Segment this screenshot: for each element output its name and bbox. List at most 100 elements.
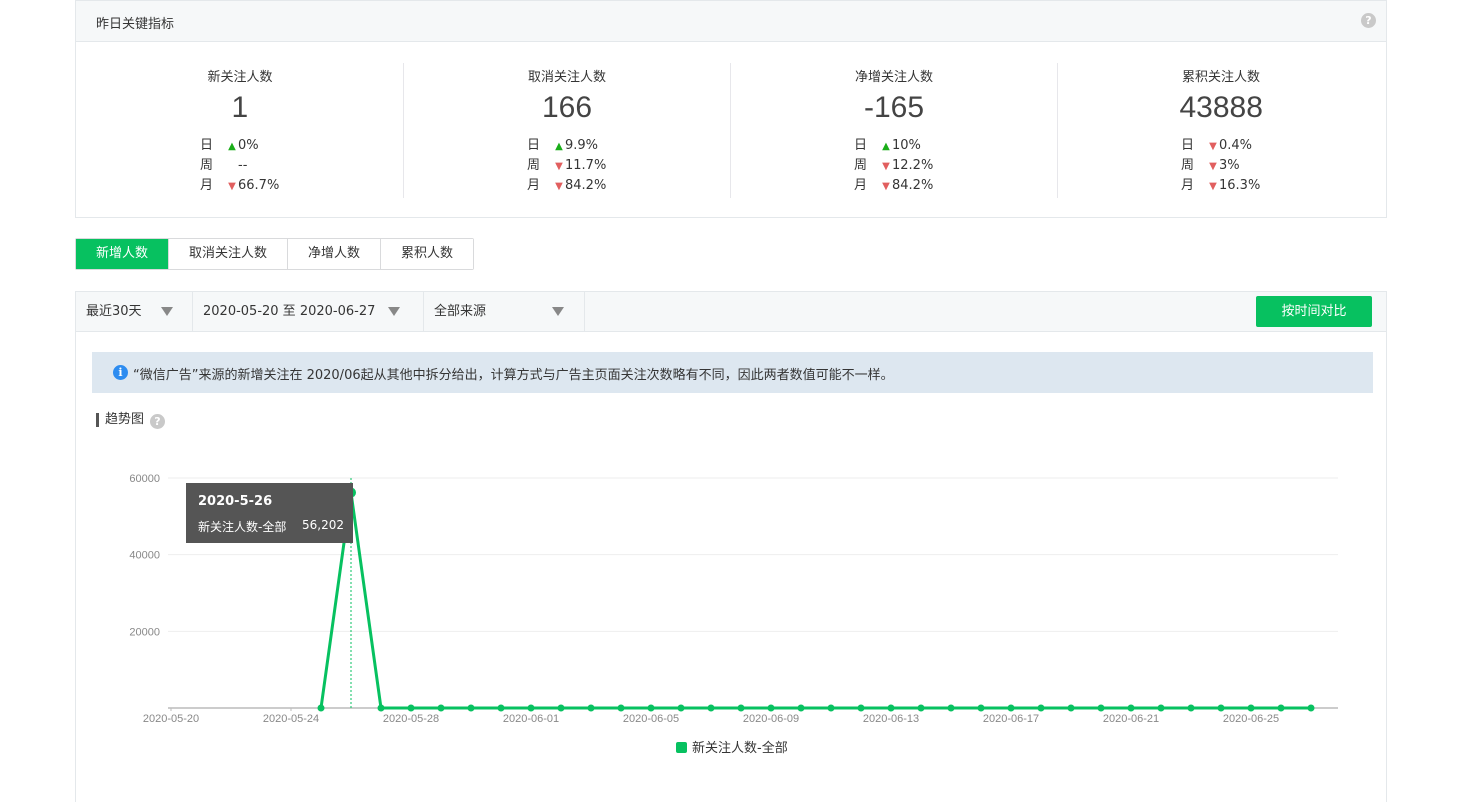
data-point	[497, 704, 505, 712]
tooltip-series: 新关注人数-全部	[198, 520, 287, 534]
arrow-down-icon: ▼	[555, 181, 563, 192]
help-icon[interactable]: ?	[1361, 13, 1376, 28]
metric-change-row: 周 ▼ 11.7%	[527, 156, 606, 176]
data-point	[1157, 704, 1165, 712]
metric-change-row: 月 ▼ 66.7%	[200, 176, 279, 196]
change-percent: --	[238, 158, 248, 173]
change-period: 周	[854, 158, 868, 173]
arrow-down-icon: ▼	[1209, 181, 1217, 192]
source-select[interactable]: 全部来源	[424, 292, 585, 331]
arrow-down-icon: ▼	[882, 161, 890, 172]
data-point	[737, 704, 745, 712]
metric-changes: 日 ▲ 0% 周 -- 月 ▼ 66.7%	[200, 136, 279, 196]
y-tick-label: 60000	[129, 473, 160, 485]
x-tick-label: 2020-06-17	[983, 713, 1039, 725]
date-range-label: 2020-05-20 至 2020-06-27	[203, 304, 376, 319]
y-tick-label: 20000	[129, 626, 160, 638]
data-point	[977, 704, 985, 712]
metric-change-row: 周 ▼ 12.2%	[854, 156, 933, 176]
metric-change-row: 日 ▲ 0%	[200, 136, 279, 156]
chart-legend[interactable]: 新关注人数-全部	[676, 737, 788, 756]
arrow-up-icon: ▲	[228, 141, 236, 152]
change-period: 月	[527, 178, 541, 193]
data-point	[1127, 704, 1135, 712]
change-period: 月	[1181, 178, 1195, 193]
x-tick-label: 2020-05-28	[383, 713, 439, 725]
change-period: 日	[854, 138, 868, 153]
data-point	[887, 704, 895, 712]
date-range-select[interactable]: 2020-05-20 至 2020-06-27	[193, 292, 424, 331]
metric-value: 43888	[1179, 91, 1263, 124]
metric-card: 取消关注人数 166 日 ▲ 9.9% 周 ▼ 11.7% 月 ▼ 84.2%	[403, 41, 730, 217]
data-point	[947, 704, 955, 712]
x-tick-label: 2020-06-09	[743, 713, 799, 725]
change-percent: 84.2%	[565, 178, 607, 193]
metric-tabs: 新增人数 取消关注人数 净增人数 累积人数	[75, 238, 475, 270]
data-point	[1067, 704, 1075, 712]
arrow-down-icon: ▼	[1209, 141, 1217, 152]
legend-swatch	[676, 742, 687, 753]
change-percent: 3%	[1219, 158, 1240, 173]
data-point	[587, 704, 595, 712]
metric-change-row: 月 ▼ 16.3%	[1181, 176, 1260, 196]
data-point	[827, 704, 835, 712]
data-point	[317, 704, 325, 712]
data-point	[527, 704, 535, 712]
series-line	[319, 491, 1312, 710]
metric-card: 累积关注人数 43888 日 ▼ 0.4% 周 ▼ 3% 月 ▼ 16.3%	[1057, 41, 1384, 217]
tab-1[interactable]: 新增人数	[76, 239, 170, 269]
data-point	[1187, 704, 1195, 712]
data-point	[647, 704, 655, 712]
chevron-down-icon	[552, 307, 564, 316]
arrow-up-icon: ▲	[555, 141, 563, 152]
metric-card: 新关注人数 1 日 ▲ 0% 周 -- 月 ▼ 66.7%	[76, 41, 403, 217]
period-select[interactable]: 最近30天	[76, 292, 193, 331]
change-period: 周	[200, 158, 214, 173]
data-point	[1307, 704, 1315, 712]
compare-by-time-button[interactable]: 按时间对比	[1256, 296, 1372, 327]
change-percent: 16.3%	[1219, 178, 1261, 193]
data-point	[797, 704, 805, 712]
key-metrics-panel: 昨日关键指标 ? 新关注人数 1 日 ▲ 0% 周 -- 月 ▼ 66.7% 取消关注人数 166 日 ▲…	[75, 0, 1387, 218]
change-period: 日	[1181, 138, 1195, 153]
change-period: 日	[200, 138, 214, 153]
metric-value: 166	[542, 91, 593, 124]
metric-changes: 日 ▼ 0.4% 周 ▼ 3% 月 ▼ 16.3%	[1181, 136, 1260, 196]
tab-3[interactable]: 净增人数	[288, 239, 382, 269]
panel-title: 昨日关键指标	[96, 17, 175, 32]
change-percent: 10%	[892, 138, 921, 153]
arrow-up-icon: ▲	[882, 141, 890, 152]
metric-label: 新关注人数	[207, 70, 273, 85]
arrow-down-icon: ▼	[228, 181, 236, 192]
tab-2[interactable]: 取消关注人数	[169, 239, 289, 269]
metric-change-row: 月 ▼ 84.2%	[854, 176, 933, 196]
tab-4[interactable]: 累积人数	[381, 239, 474, 269]
data-point	[857, 704, 865, 712]
data-point	[1037, 704, 1045, 712]
metric-label: 净增关注人数	[855, 70, 934, 85]
x-tick-label: 2020-05-20	[143, 713, 199, 725]
source-select-label: 全部来源	[434, 304, 487, 319]
metric-label: 取消关注人数	[528, 70, 607, 85]
metric-change-row: 周 --	[200, 156, 279, 176]
data-point	[1247, 704, 1255, 712]
chevron-down-icon	[388, 307, 400, 316]
metric-change-row: 日 ▼ 0.4%	[1181, 136, 1260, 156]
metric-change-row: 月 ▼ 84.2%	[527, 176, 606, 196]
filter-bar: 最近30天 2020-05-20 至 2020-06-27 全部来源 按时间对比	[75, 291, 1387, 332]
panel-header: 昨日关键指标 ?	[76, 1, 1386, 42]
data-point	[1097, 704, 1105, 712]
change-percent: 12.2%	[892, 158, 934, 173]
metric-change-row: 日 ▲ 10%	[854, 136, 933, 156]
data-point	[917, 704, 925, 712]
tooltip-value: 56,202	[302, 518, 344, 532]
metric-value: -165	[864, 91, 925, 124]
metric-divider	[1057, 63, 1058, 198]
metrics-row: 新关注人数 1 日 ▲ 0% 周 -- 月 ▼ 66.7% 取消关注人数 166 日 ▲ 9.9% 周 ▼ 11.…	[76, 41, 1386, 217]
data-point	[767, 704, 775, 712]
data-point	[1277, 704, 1285, 712]
metric-change-row: 周 ▼ 3%	[1181, 156, 1260, 176]
arrow-down-icon: ▼	[882, 181, 890, 192]
metric-card: 净增关注人数 -165 日 ▲ 10% 周 ▼ 12.2% 月 ▼ 84.2%	[730, 41, 1057, 217]
metric-value: 1	[231, 91, 249, 124]
